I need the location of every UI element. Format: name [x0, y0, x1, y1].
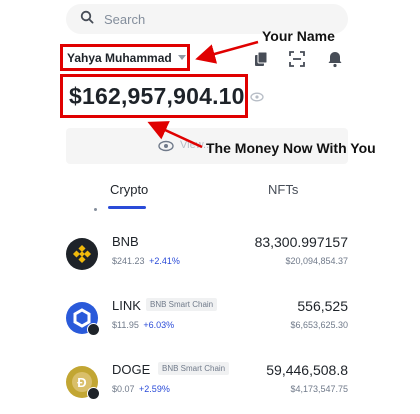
asset-value: $20,094,854.37 [285, 256, 348, 266]
eye-icon[interactable] [250, 89, 264, 102]
chain-tag: BNB Smart Chain [158, 362, 230, 375]
asset-amount: 59,446,508.8 [266, 362, 348, 378]
tab-active-underline [108, 206, 146, 209]
asset-symbol: DOGE [112, 362, 151, 377]
asset-row-link[interactable]: LINK BNB Smart Chain $11.95 +6.03% 556,5… [62, 296, 362, 340]
bell-icon[interactable] [326, 50, 344, 68]
scan-icon[interactable] [288, 50, 306, 68]
bnb-chain-badge-icon [87, 387, 100, 400]
asset-amount: 556,525 [297, 298, 348, 314]
asset-amount: 83,300.997157 [254, 234, 348, 250]
asset-symbol: BNB [112, 234, 139, 249]
bnb-chain-badge-icon [87, 323, 100, 336]
asset-row-doge[interactable]: Ð DOGE BNB Smart Chain $0.07 +2.59% 59,4… [62, 360, 362, 404]
search-placeholder: Search [104, 11, 146, 27]
asset-price: $0.07 +2.59% [112, 384, 170, 394]
asset-price: $241.23 +2.41% [112, 256, 180, 266]
bnb-coin-icon [66, 238, 98, 270]
tab-crypto[interactable]: Crypto [110, 182, 148, 197]
tab-nfts[interactable]: NFTs [268, 182, 298, 197]
account-name: Yahya Muhammad [67, 50, 172, 65]
annotation-money: The Money Now With You [206, 140, 376, 156]
asset-row-bnb[interactable]: BNB $241.23 +2.41% 83,300.997157 $20,094… [62, 232, 362, 276]
asset-symbol: LINK [112, 298, 141, 313]
account-selector[interactable]: Yahya Muhammad [60, 44, 190, 71]
total-balance: $162,957,904.10 [69, 82, 245, 109]
view-eye-icon [158, 139, 174, 153]
asset-value: $4,173,547.75 [290, 384, 348, 394]
asset-price: $11.95 +6.03% [112, 320, 175, 330]
chain-tag: BNB Smart Chain [146, 298, 218, 311]
clipboard-icon[interactable] [252, 50, 270, 68]
svg-text:Ð: Ð [77, 375, 86, 390]
tab-dot [94, 208, 97, 211]
asset-value: $6,653,625.30 [290, 320, 348, 330]
annotation-your-name: Your Name [262, 28, 335, 44]
balance-box: $162,957,904.10 [60, 74, 248, 118]
search-icon [80, 10, 94, 29]
caret-down-icon [177, 55, 186, 60]
